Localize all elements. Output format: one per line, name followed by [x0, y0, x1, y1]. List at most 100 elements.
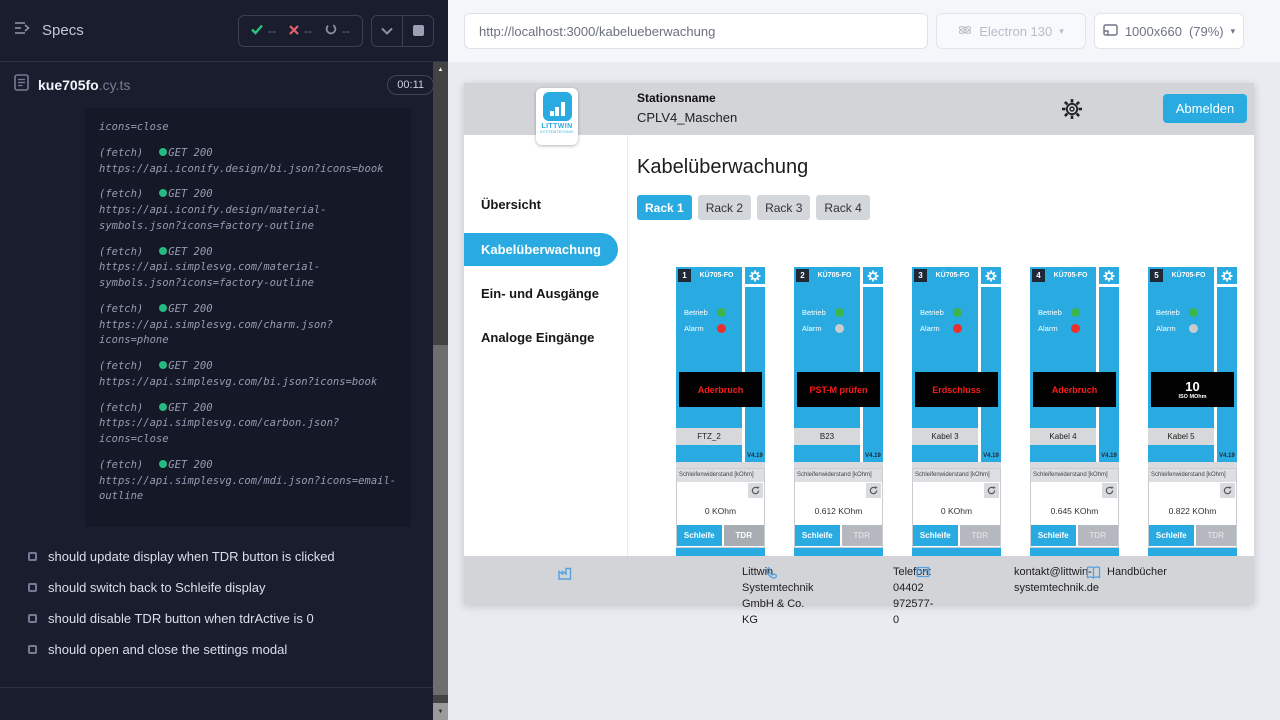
footer-manuals[interactable]: Handbücher: [1086, 565, 1167, 604]
device-model: KÜ705-FO: [1163, 272, 1214, 279]
url-input[interactable]: [464, 13, 928, 49]
log-entry: (fetch)GET 200 https://api.simplesvg.com…: [99, 401, 397, 448]
tdr-button[interactable]: TDR: [960, 525, 1000, 546]
stop-button[interactable]: [403, 16, 433, 46]
request-url: https://api.simplesvg.com/charm.json?ico…: [99, 318, 397, 350]
viewport-size-label: 1000x660: [1125, 24, 1182, 39]
resistance-box: 0 KOhm: [913, 482, 1000, 525]
settings-gear-button[interactable]: [1059, 96, 1085, 122]
device-settings-gear-icon[interactable]: [747, 269, 763, 283]
resistance-value: 0 KOhm: [913, 506, 1000, 516]
viewport-select[interactable]: 1000x660 (79%) ▾: [1094, 13, 1244, 49]
cable-name: FTZ_2: [676, 428, 742, 445]
spec-file-row[interactable]: kue705fo.cy.ts 00:11: [0, 62, 448, 102]
scroll-down-button[interactable]: ▼: [433, 703, 448, 720]
refresh-button[interactable]: [748, 483, 763, 498]
schleife-button[interactable]: Schleife: [677, 525, 722, 546]
device-settings-gear-icon[interactable]: [1101, 269, 1117, 283]
fetch-source: (fetch): [99, 246, 143, 258]
tab-rack-1[interactable]: Rack 1: [637, 195, 692, 220]
status-text: GET 200: [168, 303, 212, 315]
device-settings-gear-icon[interactable]: [1219, 269, 1235, 283]
device-base: [912, 548, 1001, 556]
tab-rack-2[interactable]: Rack 2: [698, 195, 751, 220]
mode-buttons: Schleife TDR: [795, 525, 882, 546]
device-number-badge: 3: [914, 269, 927, 282]
station-label: Stationsname: [637, 91, 737, 105]
mode-buttons: Schleife TDR: [1031, 525, 1118, 546]
scroll-thumb[interactable]: [433, 345, 448, 695]
pending-stat: --: [325, 23, 350, 38]
schleife-button[interactable]: Schleife: [795, 525, 840, 546]
status-text: GET 200: [168, 188, 212, 200]
tdr-button[interactable]: TDR: [1078, 525, 1118, 546]
collapse-button[interactable]: [372, 16, 402, 46]
schleife-button[interactable]: Schleife: [913, 525, 958, 546]
tdr-button[interactable]: TDR: [724, 525, 764, 546]
fetch-source: (fetch): [99, 147, 143, 159]
status-display-text: PST-M prüfen: [810, 385, 868, 395]
fetch-source: (fetch): [99, 188, 143, 200]
log-entry: (fetch)GET 200 https://api.simplesvg.com…: [99, 359, 397, 391]
panel-scrollbar[interactable]: ▲ ▼: [433, 62, 448, 720]
sidebar-item-analoge-eingaenge[interactable]: Analoge Eingänge: [464, 330, 627, 345]
refresh-button[interactable]: [984, 483, 999, 498]
device-base: [794, 548, 883, 556]
fetch-source: (fetch): [99, 459, 143, 471]
schleife-button[interactable]: Schleife: [1031, 525, 1076, 546]
divider: [1099, 284, 1119, 287]
resistance-panel: Schleifenwiderstand [kOhm] 0.612 KOhm Sc…: [794, 468, 883, 548]
test-item[interactable]: should disable TDR button when tdrActive…: [28, 611, 432, 626]
test-item[interactable]: should open and close the settings modal: [28, 642, 432, 657]
cable-name: Kabel 3: [912, 428, 978, 445]
betrieb-led: [1189, 308, 1198, 317]
cable-name: B23: [794, 428, 860, 445]
tab-rack-4[interactable]: Rack 4: [816, 195, 869, 220]
test-item[interactable]: should switch back to Schleife display: [28, 580, 432, 595]
resistance-panel: Schleifenwiderstand [kOhm] 0 KOhm Schlei…: [912, 468, 1001, 548]
resistance-value: 0.612 KOhm: [795, 506, 882, 516]
mode-buttons: Schleife TDR: [913, 525, 1000, 546]
alarm-label: Alarm: [920, 324, 947, 333]
browser-select[interactable]: Electron 130 ▾: [936, 13, 1086, 49]
status-ok-dot-icon: [159, 304, 167, 312]
app-header: Stationsname CPLV4_Maschen Abmelden: [464, 83, 1254, 135]
device-model: KÜ705-FO: [927, 272, 978, 279]
refresh-button[interactable]: [1102, 483, 1117, 498]
refresh-button[interactable]: [1220, 483, 1235, 498]
device-settings-gear-icon[interactable]: [865, 269, 881, 283]
resistance-box: 0.822 KOhm: [1149, 482, 1236, 525]
test-item[interactable]: should update display when TDR button is…: [28, 549, 432, 564]
sidebar-item-kabelueberwachung[interactable]: Kabelüberwachung: [464, 233, 618, 266]
divider: [981, 284, 1001, 287]
device-model: KÜ705-FO: [1045, 272, 1096, 279]
schleife-button[interactable]: Schleife: [1149, 525, 1194, 546]
refresh-button[interactable]: [866, 483, 881, 498]
tab-rack-3[interactable]: Rack 3: [757, 195, 810, 220]
specs-menu[interactable]: Specs: [14, 21, 84, 40]
betrieb-led: [1071, 308, 1080, 317]
littwin-logo-mark-icon: [543, 92, 572, 121]
log-entry: (fetch)GET 200 https://api.simplesvg.com…: [99, 245, 397, 292]
scroll-up-button[interactable]: ▲: [433, 62, 448, 78]
device-settings-gear-icon[interactable]: [983, 269, 999, 283]
passed-stat: --: [251, 24, 276, 38]
tdr-button[interactable]: TDR: [842, 525, 882, 546]
status-display: PST-M prüfen: [797, 372, 880, 407]
footer-email: kontakt@littwin-systemtechnik.de: [916, 565, 1028, 604]
sidebar-item-ein-und-ausgaenge[interactable]: Ein- und Ausgänge: [464, 286, 627, 301]
page-title: Kabelüberwachung: [637, 156, 808, 179]
logout-button[interactable]: Abmelden: [1163, 94, 1247, 123]
tdr-button[interactable]: TDR: [1196, 525, 1236, 546]
sidebar-item-uebersicht[interactable]: Übersicht: [464, 197, 627, 212]
resistance-label: Schleifenwiderstand [kOhm]: [913, 469, 1000, 482]
status-ok-dot-icon: [159, 247, 167, 255]
fetch-source: (fetch): [99, 360, 143, 372]
test-title: should update display when TDR button is…: [48, 549, 335, 564]
alarm-label: Alarm: [1038, 324, 1065, 333]
device-body: 2 KÜ705-FO Betrieb Alarm PST-M prüfen B2…: [794, 267, 883, 462]
status-display: 10 ISO MOhm: [1151, 372, 1234, 407]
status-display-text: 10: [1185, 379, 1199, 394]
device-card-4: 4 KÜ705-FO Betrieb Alarm Aderbruch Kabel…: [1030, 267, 1119, 556]
resistance-value: 0 KOhm: [677, 506, 764, 516]
